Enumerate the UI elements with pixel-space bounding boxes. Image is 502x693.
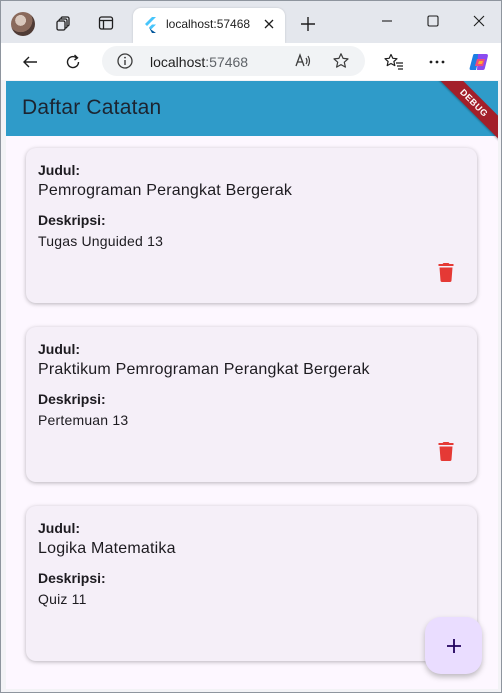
back-icon[interactable] [15,47,45,77]
note-card[interactable]: Judul: Pemrograman Perangkat Bergerak De… [26,148,477,303]
debug-banner: DEBUG [432,81,498,145]
note-description: Quiz 11 [38,591,87,607]
note-description: Tugas Unguided 13 [38,233,164,249]
url-text: localhost:57468 [150,54,248,70]
delete-icon[interactable] [434,439,458,463]
favorite-star-icon[interactable] [332,52,350,70]
browser-tab-active[interactable]: localhost:57468 [133,8,285,43]
note-card[interactable]: Judul: Praktikum Pemrograman Perangkat B… [26,327,477,482]
note-title: Pemrograman Perangkat Bergerak [38,182,293,199]
description-label: Deskripsi: [38,391,106,407]
tab-title: localhost:57468 [166,17,251,31]
more-options-icon[interactable] [422,47,452,77]
copilot-icon[interactable] [464,47,494,77]
note-description: Pertemuan 13 [38,412,129,428]
flutter-icon [145,17,156,33]
url-port: :57468 [205,54,249,70]
title-label: Judul: [38,162,80,178]
minimize-icon[interactable] [367,6,407,36]
app-bar: Daftar Catatan DEBUG [6,81,498,145]
title-label: Judul: [38,520,80,536]
title-label: Judul: [38,341,80,357]
read-aloud-icon[interactable] [294,52,312,70]
note-title: Praktikum Pemrograman Perangkat Bergerak [38,361,370,378]
note-title: Logika Matematika [38,540,176,557]
tab-strip: localhost:57468 [1,1,501,43]
maximize-icon[interactable] [413,6,453,36]
app-viewport: Daftar Catatan DEBUG Judul: Pemrograman … [6,81,498,689]
close-tab-icon[interactable] [259,14,279,34]
close-window-icon[interactable] [459,6,499,36]
delete-icon[interactable] [434,260,458,284]
tab-actions-icon[interactable] [89,7,123,39]
workspaces-icon[interactable] [47,7,81,39]
add-icon [446,638,461,653]
description-label: Deskripsi: [38,570,106,586]
refresh-icon[interactable] [58,47,88,77]
page-title: Daftar Catatan [22,96,162,119]
note-card[interactable]: Judul: Logika Matematika Deskripsi: Quiz… [26,506,477,661]
profile-avatar[interactable] [11,12,35,36]
favorites-icon[interactable] [379,47,409,77]
browser-window: localhost:57468 localhost:57468 Daftar C… [0,0,502,693]
site-info-icon[interactable] [116,52,134,70]
navigation-bar: localhost:57468 [1,43,501,80]
address-bar[interactable]: localhost:57468 [102,46,365,76]
new-tab-icon[interactable] [293,9,323,39]
add-note-button[interactable] [425,617,482,674]
url-host: localhost [150,54,206,70]
description-label: Deskripsi: [38,212,106,228]
